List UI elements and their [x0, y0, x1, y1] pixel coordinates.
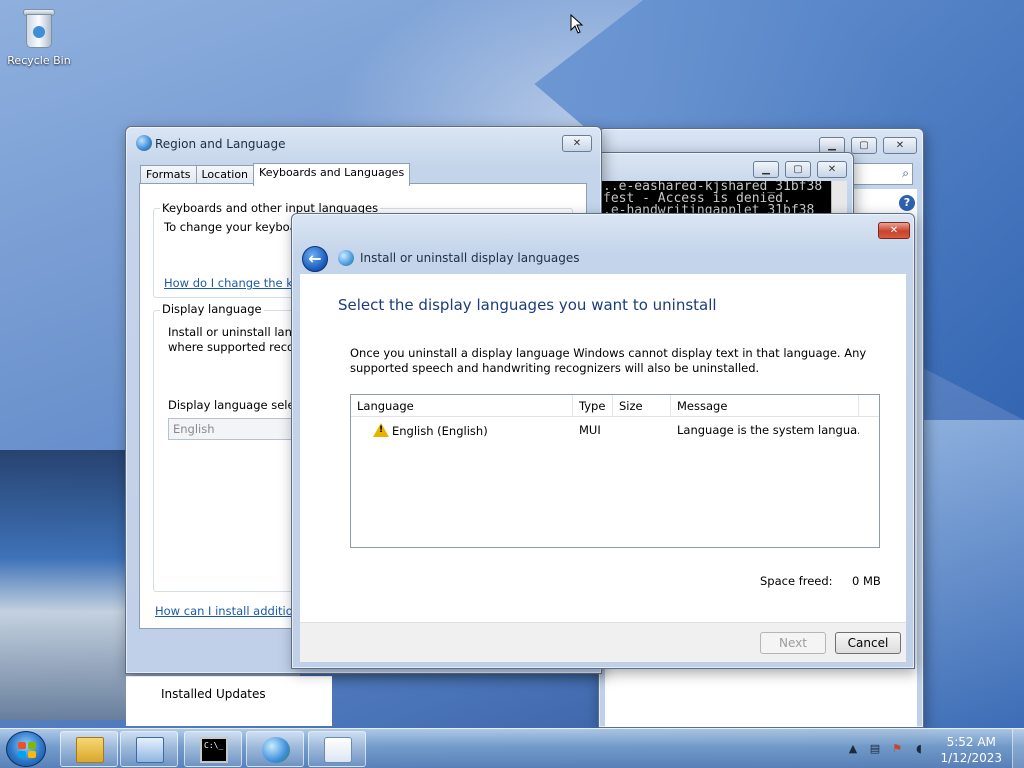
- recycle-bin-label: Recycle Bin: [7, 54, 71, 67]
- search-icon: ⌕: [902, 166, 909, 180]
- close-button[interactable]: ✕: [817, 161, 847, 178]
- list-item[interactable]: English (English) MUI Language is the sy…: [351, 419, 879, 441]
- tab-keyboards-and-languages[interactable]: Keyboards and Languages: [253, 163, 411, 186]
- taskbar-cmd-button[interactable]: C:\_: [184, 731, 242, 767]
- scrollbar[interactable]: [831, 181, 847, 215]
- taskbar-control-panel-button[interactable]: [120, 731, 178, 767]
- language-globe-icon: [338, 250, 354, 266]
- show-hidden-icons-icon[interactable]: ▲: [846, 742, 860, 756]
- column-header-type[interactable]: Type: [573, 395, 613, 417]
- dialog-footer: Next Cancel: [300, 622, 906, 662]
- display-language-value: English: [173, 422, 215, 436]
- display-select-label: Display language select: [168, 398, 306, 412]
- column-header-message[interactable]: Message: [671, 395, 859, 417]
- recycle-bin-icon: [22, 6, 56, 50]
- tab-formats[interactable]: Formats: [140, 165, 197, 185]
- installed-updates-nav[interactable]: Installed Updates: [126, 676, 332, 726]
- volume-icon[interactable]: ◖: [912, 742, 926, 756]
- control-panel-icon: [136, 737, 164, 763]
- dialog-header: ← Install or uninstall display languages: [300, 244, 906, 274]
- taskbar-region-language-button[interactable]: [308, 731, 366, 767]
- page-title: Select the display languages you want to…: [338, 296, 717, 314]
- globe-icon: [136, 135, 152, 151]
- next-button[interactable]: Next: [760, 632, 826, 654]
- language-size: [613, 419, 671, 441]
- display-description-line: Install or uninstall langu: [168, 325, 307, 339]
- installed-updates-label: Installed Updates: [161, 687, 266, 701]
- dialog-title: Install or uninstall display languages: [360, 251, 580, 265]
- space-freed-label: Space freed:: [760, 574, 833, 588]
- windows-logo-icon: [18, 742, 36, 758]
- taskbar-explorer-button[interactable]: [60, 731, 118, 767]
- minimize-button[interactable]: ▁: [753, 161, 779, 178]
- display-language-select[interactable]: English: [168, 418, 308, 440]
- languages-list[interactable]: Language Type Size Message English (Engl…: [350, 394, 880, 548]
- network-globe-icon: [262, 737, 290, 763]
- language-type: MUI: [579, 423, 601, 437]
- show-desktop-button[interactable]: [1012, 729, 1024, 768]
- display-group-label: Display language: [160, 302, 264, 316]
- close-button[interactable]: ✕: [562, 135, 592, 152]
- clock[interactable]: 5:52 AM 1/12/2023: [940, 734, 1002, 766]
- column-header-language[interactable]: Language: [351, 395, 573, 417]
- change-keyboard-help-link[interactable]: How do I change the ke: [164, 276, 300, 290]
- column-header-size[interactable]: Size: [613, 395, 671, 417]
- close-button[interactable]: ✕: [878, 222, 910, 239]
- cmd-icon: C:\_: [200, 737, 228, 763]
- start-button[interactable]: [6, 731, 46, 767]
- action-center-icon[interactable]: ⚑: [890, 742, 904, 756]
- console-output[interactable]: ..e-eashared-kjshared_31bf38 fest - Acces…: [601, 181, 831, 215]
- command-prompt-window[interactable]: ▁ ▢ ✕ ..e-eashared-kjshared_31bf38 fest -…: [592, 152, 854, 218]
- taskbar-network-button[interactable]: [246, 731, 304, 767]
- window-title: Region and Language: [155, 137, 286, 151]
- warning-icon: [373, 423, 389, 437]
- space-freed-value: 0 MB: [852, 574, 881, 588]
- tab-location[interactable]: Location: [195, 165, 255, 185]
- keyboards-description: To change your keyboar: [164, 220, 302, 234]
- install-languages-link[interactable]: How can I install additiona: [155, 604, 307, 618]
- clock-time: 5:52 AM: [946, 735, 996, 749]
- system-tray: ▲ ▤ ⚑ ◖ 5:52 AM 1/12/2023: [834, 729, 1024, 768]
- dialog-body: Select the display languages you want to…: [300, 274, 906, 622]
- recycle-bin-desktop-icon[interactable]: Recycle Bin: [6, 6, 72, 67]
- language-name: English (English): [392, 424, 488, 438]
- language-message: Language is the system langua...: [677, 423, 859, 437]
- region-language-icon: [324, 737, 352, 763]
- explorer-icon: [76, 737, 104, 763]
- back-arrow-icon[interactable]: ←: [302, 246, 328, 272]
- dialog-description: Once you uninstall a display language Wi…: [350, 346, 867, 375]
- maximize-button[interactable]: ▢: [785, 161, 811, 178]
- cancel-button[interactable]: Cancel: [835, 632, 901, 654]
- network-icon[interactable]: ▤: [868, 742, 882, 756]
- clock-date: 1/12/2023: [940, 751, 1002, 765]
- close-button[interactable]: ✕: [883, 137, 917, 154]
- help-icon[interactable]: ?: [899, 195, 915, 211]
- uninstall-display-languages-dialog[interactable]: ✕ ← Install or uninstall display languag…: [291, 213, 915, 669]
- list-header: Language Type Size Message: [351, 395, 879, 417]
- display-description-line: where supported recog: [168, 340, 302, 354]
- taskbar: C:\_ ▲ ▤ ⚑ ◖ 5:52 AM 1/12/2023: [0, 728, 1024, 768]
- maximize-button[interactable]: ▢: [851, 137, 877, 154]
